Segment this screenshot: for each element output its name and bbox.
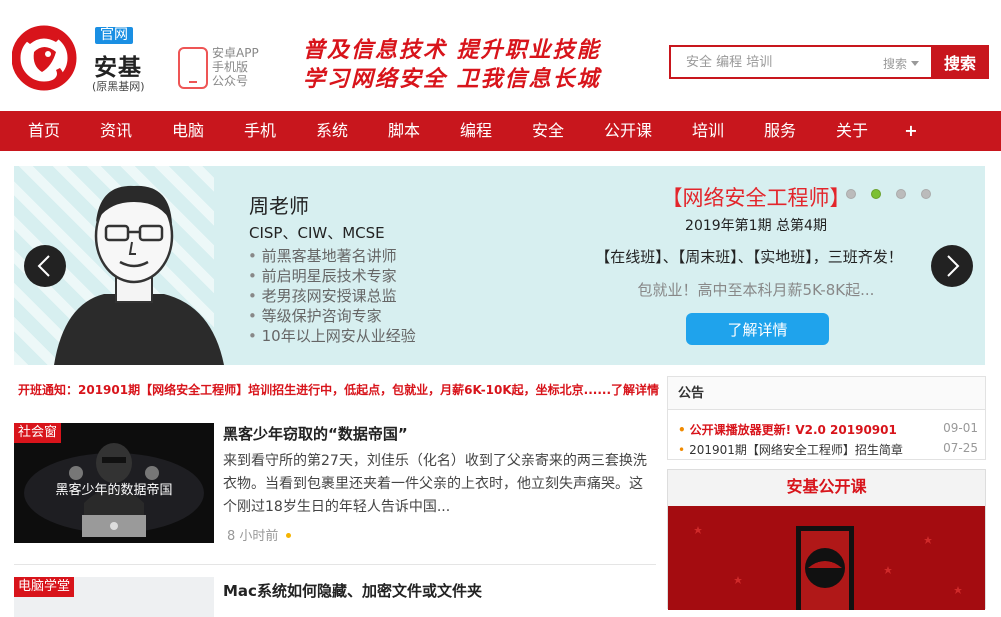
credential-item: 老男孩网安授课总监 bbox=[248, 286, 416, 306]
nav-item-programming[interactable]: 编程 bbox=[446, 111, 506, 151]
announcement-item[interactable]: • 201901期【网络安全工程师】招生简章 07-25 bbox=[678, 441, 978, 458]
phone-icon[interactable] bbox=[178, 47, 208, 89]
search-button[interactable]: 搜索 bbox=[931, 45, 989, 79]
enrollment-notice-link[interactable]: 开班通知：201901期【网络安全工程师】培训招生进行中，低起点，包就业，月薪6… bbox=[18, 381, 659, 398]
teacher-credentials: 前黑客基地著名讲师 前启明星辰技术专家 老男孩网安授课总监 等级保护咨询专家 1… bbox=[248, 246, 416, 346]
app-link-wechat[interactable]: 公众号 bbox=[212, 74, 259, 88]
open-course-panel: 安基公开课 bbox=[667, 469, 986, 610]
bullet-icon: • bbox=[678, 443, 686, 457]
credential-item: 前启明星辰技术专家 bbox=[248, 266, 416, 286]
carousel-next-button[interactable] bbox=[931, 245, 973, 287]
announcement-panel: 公告 • 公开课播放器更新! V2.0 20190901 09-01 • 20190… bbox=[667, 376, 986, 460]
article-thumbnail[interactable]: 电脑学堂 bbox=[14, 577, 214, 617]
course-term: 2019年第1期 总第4期 bbox=[685, 218, 827, 234]
app-links[interactable]: 安卓APP 手机版 公众号 bbox=[212, 46, 259, 88]
article-time: 8 小时前 bbox=[227, 525, 291, 544]
article-divider bbox=[14, 564, 656, 565]
nav-item-security[interactable]: 安全 bbox=[518, 111, 578, 151]
credential-item: 10年以上网安从业经验 bbox=[248, 326, 416, 346]
announcement-date: 07-25 bbox=[943, 441, 978, 455]
carousel-dot[interactable] bbox=[846, 189, 856, 199]
search-type-dropdown[interactable]: 搜索 bbox=[883, 55, 919, 72]
dragon-logo-icon bbox=[12, 25, 77, 91]
site-header: 官网 安基 (原黑基网) 安卓APP 手机版 公众号 普及信息技术 提升职业技能… bbox=[0, 0, 1001, 111]
announcement-heading: 公告 bbox=[668, 377, 985, 410]
search-input[interactable] bbox=[671, 47, 876, 77]
chevron-left-icon bbox=[37, 255, 50, 277]
article-title[interactable]: 黑客少年窃取的“数据帝国” bbox=[223, 423, 408, 444]
credential-item: 等级保护咨询专家 bbox=[248, 306, 416, 326]
nav-item-open-course[interactable]: 公开课 bbox=[598, 111, 658, 151]
search-box: 搜索 搜索 bbox=[669, 45, 989, 79]
thumbnail-caption: 黑客少年的数据帝国 bbox=[55, 483, 173, 498]
open-course-heading: 安基公开课 bbox=[668, 470, 985, 506]
open-course-poster-icon bbox=[668, 506, 985, 610]
slogan-line-1: 普及信息技术 提升职业技能 bbox=[303, 37, 601, 63]
site-logo[interactable]: 官网 安基 (原黑基网) bbox=[12, 22, 145, 94]
carousel-indicators bbox=[846, 184, 946, 203]
nav-item-service[interactable]: 服务 bbox=[750, 111, 810, 151]
carousel-dot[interactable] bbox=[921, 189, 931, 199]
nav-item-computer[interactable]: 电脑 bbox=[158, 111, 218, 151]
bullet-icon: • bbox=[678, 423, 686, 437]
article-card[interactable]: 社会窗 黑客少年的数据帝国 黑客少年窃取的“数据帝国” 来到看守所的第27天，刘… bbox=[14, 423, 656, 563]
site-former-name: (原黑基网) bbox=[92, 80, 145, 93]
slogan-line-2: 学习网络安全 卫我信息长城 bbox=[303, 66, 601, 92]
teacher-name: 周老师 bbox=[249, 194, 309, 218]
main-nav: 首页 资讯 电脑 手机 系统 脚本 编程 安全 公开课 培训 服务 关于 + bbox=[0, 111, 1001, 151]
article-card[interactable]: 电脑学堂 Mac系统如何隐藏、加密文件或文件夹 bbox=[14, 577, 656, 617]
nav-item-about[interactable]: 关于 bbox=[822, 111, 882, 151]
learn-more-button[interactable]: 了解详情 bbox=[686, 313, 829, 345]
nav-item-system[interactable]: 系统 bbox=[302, 111, 362, 151]
app-link-android[interactable]: 安卓APP bbox=[212, 46, 259, 60]
category-badge[interactable]: 电脑学堂 bbox=[14, 577, 75, 597]
announcement-date: 09-01 bbox=[943, 421, 978, 435]
promo-carousel[interactable]: 周老师 CISP、CIW、MCSE 前黑客基地著名讲师 前启明星辰技术专家 老男… bbox=[14, 166, 985, 365]
credential-item: 前黑客基地著名讲师 bbox=[248, 246, 416, 266]
announcement-text[interactable]: 201901期【网络安全工程师】招生简章 bbox=[689, 443, 903, 457]
course-salary: 包就业！高中至本科月薪5K-8K起... bbox=[637, 281, 875, 299]
announcement-text[interactable]: 公开课播放器更新! V2.0 20190901 bbox=[690, 423, 897, 437]
article-title[interactable]: Mac系统如何隐藏、加密文件或文件夹 bbox=[223, 580, 482, 601]
nav-item-home[interactable]: 首页 bbox=[14, 111, 74, 151]
carousel-prev-button[interactable] bbox=[24, 245, 66, 287]
course-classes: 【在线班】、【周末班】、【实地班】，三班齐发！ bbox=[595, 248, 903, 266]
article-thumbnail[interactable]: 社会窗 黑客少年的数据帝国 bbox=[14, 423, 214, 543]
nav-item-training[interactable]: 培训 bbox=[678, 111, 738, 151]
teacher-certifications: CISP、CIW、MCSE bbox=[249, 224, 385, 242]
open-course-banner[interactable] bbox=[668, 506, 985, 610]
carousel-dot[interactable] bbox=[896, 189, 906, 199]
category-badge[interactable]: 社会窗 bbox=[14, 423, 62, 443]
official-site-badge: 官网 bbox=[95, 27, 133, 44]
article-excerpt: 来到看守所的第27天，刘佳乐（化名）收到了父亲寄来的两三套换洗衣物。当看到包裹里… bbox=[223, 453, 647, 515]
site-slogan: 普及信息技术 提升职业技能 学习网络安全 卫我信息长城 bbox=[303, 36, 601, 94]
app-link-mobile[interactable]: 手机版 bbox=[212, 60, 259, 74]
chevron-right-icon bbox=[947, 255, 960, 277]
nav-item-news[interactable]: 资讯 bbox=[86, 111, 146, 151]
nav-item-script[interactable]: 脚本 bbox=[374, 111, 434, 151]
nav-more-icon[interactable]: + bbox=[896, 111, 926, 151]
announcement-item[interactable]: • 公开课播放器更新! V2.0 20190901 09-01 bbox=[678, 421, 978, 438]
site-name: 安基 bbox=[94, 55, 142, 81]
nav-item-mobile[interactable]: 手机 bbox=[230, 111, 290, 151]
carousel-dot-active[interactable] bbox=[871, 189, 881, 199]
